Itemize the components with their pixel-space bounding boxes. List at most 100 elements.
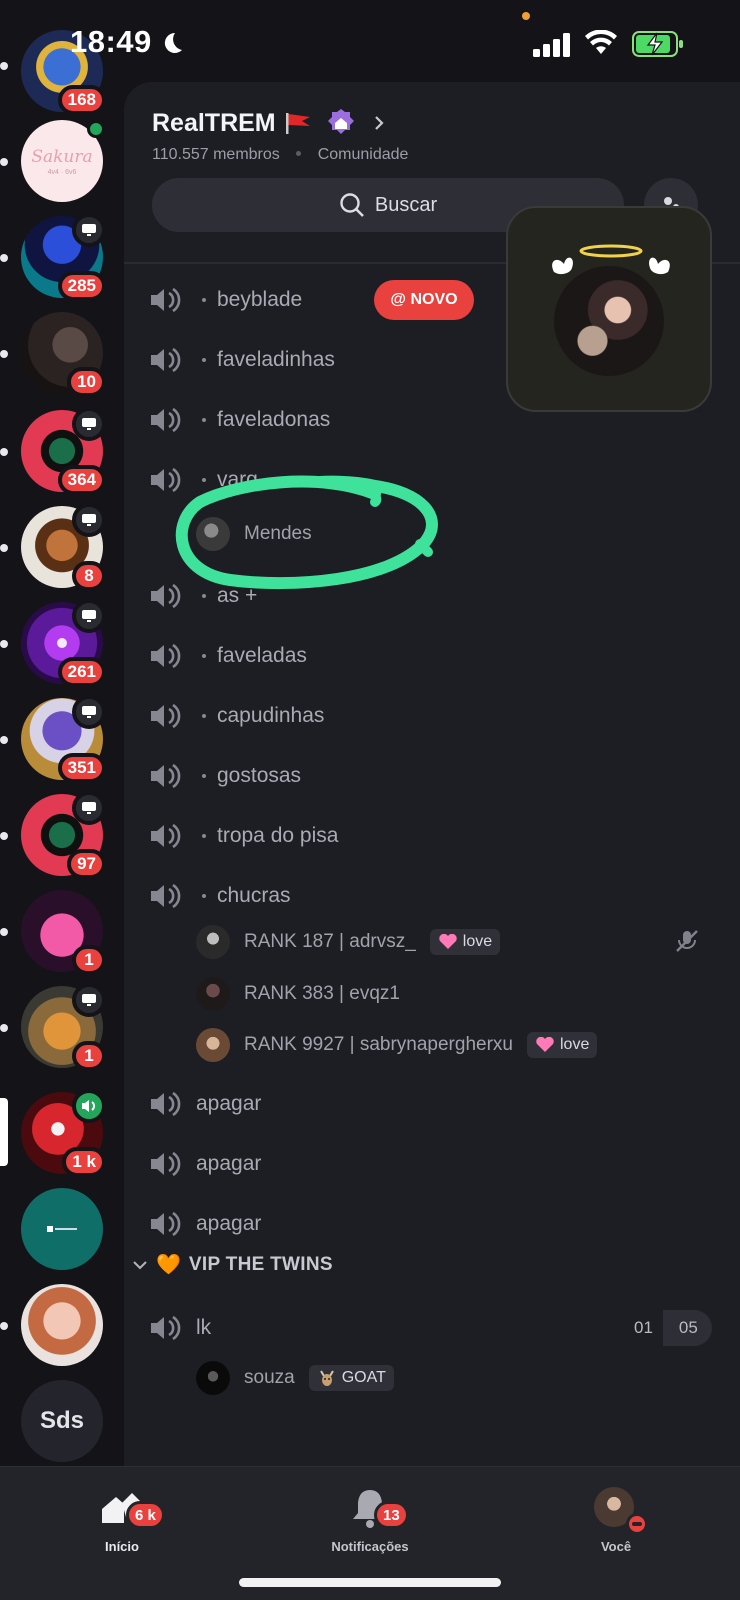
guild-name: RealTREM — [152, 108, 276, 137]
goat-icon — [319, 1370, 334, 1386]
server-item[interactable]: 351 — [21, 695, 106, 783]
screen-share-icon — [72, 503, 106, 537]
voice-member-souza[interactable]: souza GOAT — [196, 1358, 716, 1398]
member-tag: love — [429, 929, 501, 955]
user-limit-counter: 01 05 — [624, 1310, 712, 1346]
channel-name: faveladonas — [217, 408, 331, 431]
teal-server-icon — [21, 1188, 103, 1270]
guild-header[interactable]: RealTREM — [152, 108, 386, 138]
voice-channel-varg[interactable]: varg — [150, 458, 710, 502]
server-item[interactable] — [21, 1284, 103, 1366]
call-avatar — [554, 266, 664, 376]
avatar — [196, 517, 230, 551]
moon-icon — [164, 32, 182, 53]
unread-badge: 1 — [72, 1041, 106, 1071]
server-item[interactable]: 364 — [21, 407, 106, 495]
unread-pill — [0, 736, 8, 744]
server-item-sds[interactable]: Sds — [21, 1380, 103, 1462]
signal-icon — [533, 33, 570, 57]
server-item[interactable]: 261 — [21, 599, 106, 687]
red-flag-icon — [285, 113, 310, 134]
current-users: 01 — [634, 1318, 653, 1337]
tag-label: GOAT — [341, 1369, 386, 1386]
channel-name: apagar — [196, 1152, 262, 1175]
floating-call-preview[interactable] — [506, 206, 712, 412]
member-tag: GOAT — [308, 1365, 394, 1391]
screen-share-icon — [72, 599, 106, 633]
voice-channel-icon — [151, 883, 181, 909]
avatar — [196, 1361, 230, 1395]
screen-share-icon — [72, 983, 106, 1017]
voice-channel-chucras[interactable]: chucras — [150, 874, 710, 918]
voice-channel-icon — [151, 347, 181, 373]
avatar — [196, 1028, 230, 1062]
new-mention-badge[interactable]: @ NOVO — [374, 280, 474, 320]
online-status-icon — [87, 120, 105, 138]
server-muted-icon — [676, 930, 698, 952]
server-item[interactable]: 1 — [21, 983, 106, 1071]
pink-heart-icon — [536, 1037, 554, 1052]
channel-dot — [202, 418, 206, 422]
server-item-active[interactable]: 1 k — [21, 1089, 106, 1177]
server-sublabel: 4v4 · 6v6 — [47, 168, 77, 176]
voice-channel-capudinhas[interactable]: capudinhas — [150, 694, 710, 738]
unread-badge: 1 k — [62, 1147, 106, 1177]
server-item[interactable]: 10 — [21, 312, 106, 397]
member-name: souza — [244, 1367, 295, 1388]
voice-member[interactable]: RANK 9927 | sabrynapergherxu love — [196, 1025, 716, 1065]
voice-channel-apagar[interactable]: apagar — [150, 1142, 710, 1186]
voice-channel-faveladas[interactable]: faveladas — [150, 634, 710, 678]
voice-channel-icon — [151, 467, 181, 493]
category-vip-the-twins[interactable]: 🧡 VIP THE TWINS — [132, 1252, 333, 1277]
member-name: Mendes — [244, 523, 312, 544]
nav-notifications[interactable]: 13 Notificações — [300, 1487, 440, 1554]
do-not-disturb-status-icon — [626, 1513, 648, 1535]
screen-share-icon — [72, 695, 106, 729]
unread-badge: 261 — [57, 657, 106, 687]
unread-pill — [0, 350, 8, 358]
portrait-server-icon — [21, 1284, 103, 1366]
voice-channel-apagar[interactable]: apagar — [150, 1082, 710, 1126]
voice-member[interactable]: RANK 187 | adrvsz_ love — [196, 922, 716, 962]
member-name: RANK 9927 | sabrynapergherxu — [244, 1034, 513, 1055]
voice-channel-tropa-do-pisa[interactable]: tropa do pisa — [150, 814, 710, 858]
home-badge: 6 k — [126, 1501, 165, 1529]
unread-badge: 168 — [57, 85, 106, 115]
channel-name: gostosas — [217, 764, 302, 787]
channel-name: varg — [217, 468, 258, 491]
channel-name: tropa do pisa — [217, 824, 339, 847]
pink-heart-icon — [439, 934, 457, 949]
server-item[interactable]: 285 — [21, 213, 106, 301]
unread-pill — [0, 832, 8, 840]
user-limit: 05 — [662, 1310, 712, 1346]
unread-badge: 10 — [67, 367, 106, 397]
voice-channel-icon — [151, 763, 181, 789]
server-item[interactable]: 8 — [21, 503, 106, 591]
channel-name: apagar — [196, 1092, 262, 1115]
nav-label: Início — [105, 1539, 139, 1554]
avatar — [196, 925, 230, 959]
nav-you[interactable]: Você — [546, 1487, 686, 1554]
tag-label: love — [559, 1036, 590, 1053]
avatar — [196, 977, 230, 1011]
voice-channel-icon — [151, 583, 181, 609]
server-item[interactable]: 1 — [21, 890, 106, 975]
unread-badge: 8 — [72, 561, 106, 591]
search-label: Buscar — [374, 193, 438, 216]
unread-pill — [0, 544, 8, 552]
voice-channel-as-plus[interactable]: as + — [150, 574, 710, 618]
voice-member-mendes[interactable]: Mendes — [196, 514, 716, 554]
server-item[interactable]: 97 — [21, 791, 106, 879]
voice-channel-apagar[interactable]: apagar — [150, 1202, 710, 1246]
voice-member[interactable]: RANK 383 | evqz1 — [196, 974, 716, 1014]
voice-channel-icon — [151, 823, 181, 849]
voice-channel-gostosas[interactable]: gostosas — [150, 754, 710, 798]
unread-badge: 1 — [72, 945, 106, 975]
server-item[interactable] — [21, 1188, 103, 1270]
category-name: VIP THE TWINS — [188, 1253, 333, 1275]
server-item[interactable]: Sakura 4v4 · 6v6 — [21, 120, 105, 202]
unread-badge: 285 — [57, 271, 106, 301]
screen-share-icon — [72, 407, 106, 441]
unread-badge: 364 — [57, 465, 106, 495]
nav-home[interactable]: 6 k Início — [52, 1487, 192, 1554]
